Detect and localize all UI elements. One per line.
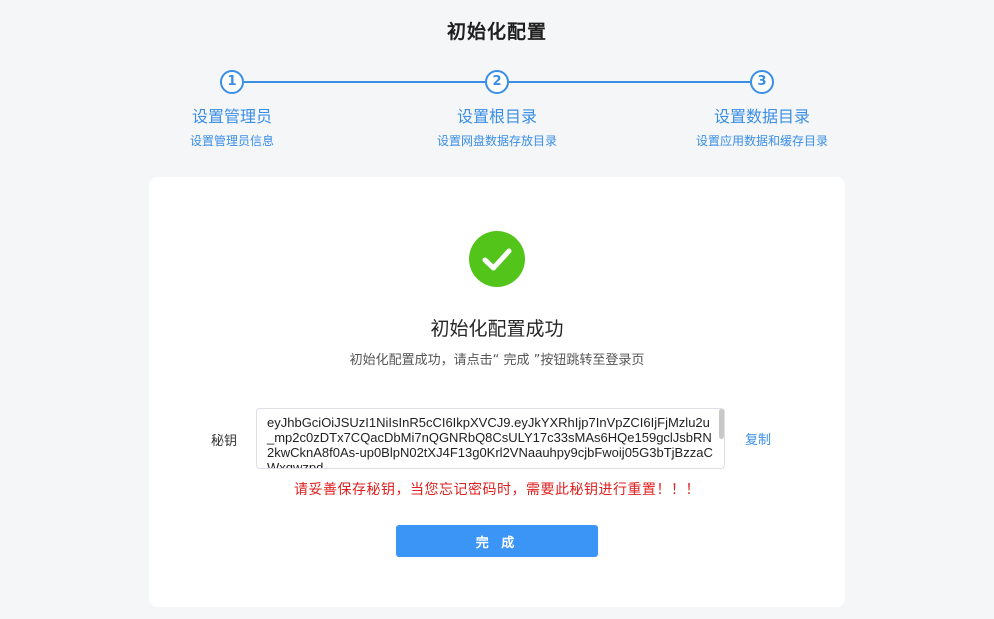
secret-key-label: 秘钥: [211, 434, 238, 449]
step-1: 1 设置管理员 设置管理员信息: [122, 70, 342, 149]
step-description: 设置网盘数据存放目录: [436, 134, 557, 148]
secret-key-textarea[interactable]: eyJhbGciOiJSUzI1NiIsInR5cCI6IkpXVCJ9.eyJ…: [256, 408, 725, 469]
step-number: 2: [485, 70, 509, 94]
result-card: 初始化配置成功 初始化配置成功，请点击“ 完成 ”按钮跳转至登录页 秘钥 eyJ…: [149, 177, 845, 607]
step-2: 2 设置根目录 设置网盘数据存放目录: [387, 70, 607, 149]
step-3: 3 设置数据目录 设置应用数据和缓存目录: [652, 70, 872, 149]
step-title: 设置数据目录: [713, 107, 810, 126]
step-number: 1: [220, 70, 244, 94]
steps-indicator: 1 设置管理员 设置管理员信息 2 设置根目录 设置网盘数据存放目录 3 设置数…: [0, 70, 994, 150]
step-title: 设置管理员: [191, 107, 272, 126]
step-number: 3: [750, 70, 774, 94]
result-title: 初始化配置成功: [430, 318, 564, 340]
step-title: 设置根目录: [456, 107, 537, 126]
check-circle-icon: [469, 231, 525, 287]
copy-button[interactable]: 复制: [745, 429, 771, 448]
done-button[interactable]: 完 成: [396, 525, 598, 557]
page-title: 初始化配置: [446, 21, 547, 43]
step-description: 设置管理员信息: [189, 134, 274, 148]
secret-key-scrollbar[interactable]: [719, 409, 724, 439]
result-subtitle: 初始化配置成功，请点击“ 完成 ”按钮跳转至登录页: [349, 353, 645, 368]
secret-key-warning: 请妥善保存秘钥，当您忘记密码时，需要此秘钥进行重置！！！: [294, 482, 700, 498]
step-description: 设置应用数据和缓存目录: [695, 134, 828, 148]
